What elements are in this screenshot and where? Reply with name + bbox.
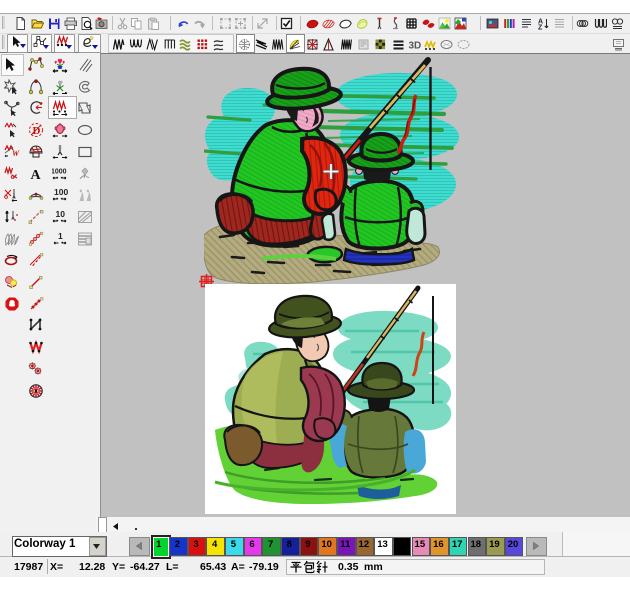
svg-text:A: A: [30, 168, 41, 182]
svg-text:W: W: [12, 149, 20, 158]
svg-text:100: 100: [54, 187, 68, 197]
svg-text:1000: 1000: [52, 168, 67, 175]
svg-text:1: 1: [58, 231, 63, 241]
svg-text:10: 10: [55, 209, 65, 219]
svg-text:3D: 3D: [408, 41, 421, 52]
svg-text:Z: Z: [538, 25, 543, 31]
